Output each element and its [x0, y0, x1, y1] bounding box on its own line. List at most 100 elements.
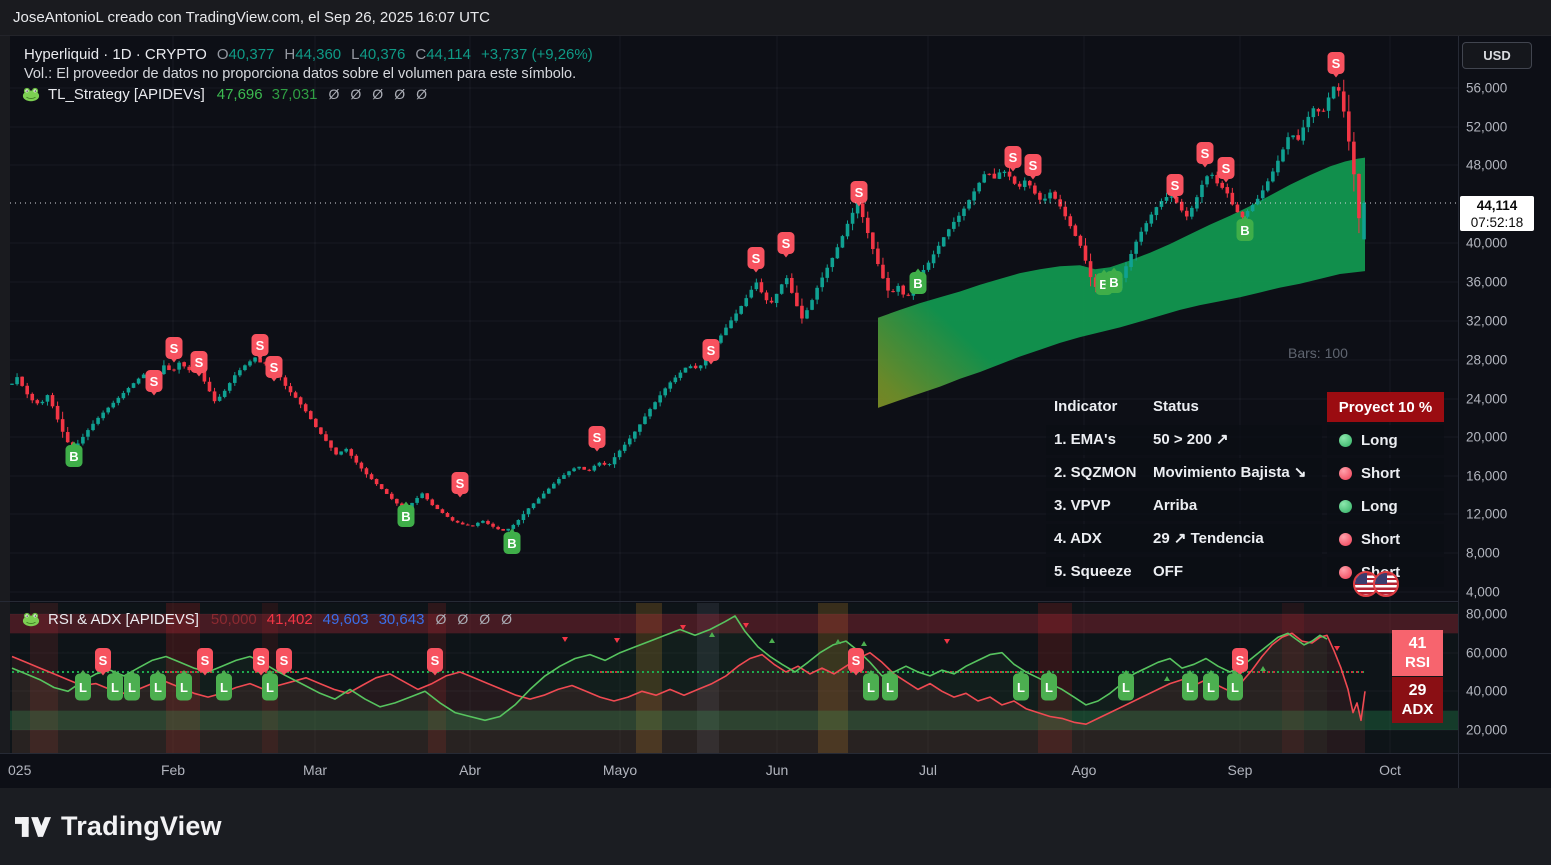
- svg-text:L: L: [886, 680, 894, 695]
- rsi-value: 41,402: [266, 611, 313, 628]
- indicator-status: 29 ↗ Tendencia: [1153, 530, 1264, 547]
- indicator-name: 4. ADX: [1054, 530, 1102, 547]
- low-label: L: [351, 46, 360, 63]
- price-tick-label: 32,000: [1466, 313, 1508, 329]
- price-tick-label: 28,000: [1466, 352, 1508, 368]
- signal-badge-l: L: [124, 670, 140, 701]
- signal-badge-l: L: [1182, 670, 1198, 701]
- svg-text:L: L: [266, 680, 274, 695]
- signal-badge-s: S: [95, 648, 111, 676]
- svg-text:S: S: [256, 338, 265, 353]
- indicator-signal: Long: [1327, 491, 1444, 521]
- signal-badge-l: L: [1041, 670, 1057, 701]
- bottom-toolbar: TradingView: [0, 788, 1551, 865]
- svg-text:L: L: [220, 680, 228, 695]
- svg-text:S: S: [195, 355, 204, 370]
- strategy-legend[interactable]: TL_Strategy [APIDEVs] 47,696 37,031 ØØØØ…: [22, 86, 427, 103]
- indicator-row: 3. VPVP Arriba Long: [1046, 491, 1444, 521]
- rsi-null-values: ØØØØ: [435, 611, 513, 627]
- signal-badge-l: L: [176, 670, 192, 701]
- svg-text:L: L: [79, 680, 87, 695]
- time-tick-label: Oct: [1379, 762, 1401, 778]
- price-tick-label: 16,000: [1466, 468, 1508, 484]
- indicator-row: 1. EMA's 50 > 200 ↗ Long: [1046, 425, 1444, 455]
- high-label: H: [284, 46, 296, 63]
- svg-text:L: L: [180, 680, 188, 695]
- tradingview-snapshot: JoseAntonioL creado con TradingView.com,…: [0, 0, 1551, 865]
- price-tick-label: 40,000: [1466, 235, 1508, 251]
- indicator-row: 2. SQZMON Movimiento Bajista ↘ Short: [1046, 458, 1444, 488]
- indicator-signal: Long: [1327, 425, 1444, 455]
- short-dot-icon: [1339, 532, 1352, 546]
- time-tick-label: 025: [8, 762, 32, 778]
- rsi-readout-badge: 41 RSI: [1392, 630, 1443, 676]
- indicator-name: 1. EMA's: [1054, 431, 1116, 448]
- svg-text:S: S: [752, 251, 761, 266]
- rsi-adx-legend[interactable]: RSI & ADX [APIDEVS] 50,000 41,402 49,603…: [22, 611, 512, 628]
- price-tick-label: 12,000: [1466, 506, 1508, 522]
- signal-badge-l: L: [107, 670, 123, 701]
- svg-text:S: S: [593, 430, 602, 445]
- tradingview-wordmark: TradingView: [61, 811, 222, 841]
- signal-badge-s: S: [276, 648, 292, 676]
- indicator-status: Arriba: [1153, 497, 1198, 514]
- svg-text:S: S: [1171, 178, 1180, 193]
- long-dot-icon: [1339, 499, 1352, 513]
- svg-text:L: L: [1231, 680, 1239, 695]
- svg-text:S: S: [1236, 653, 1245, 668]
- price-tick-label: 48,000: [1466, 157, 1508, 173]
- tradingview-logo[interactable]: TradingView: [15, 810, 222, 844]
- signal-badge-l: L: [1013, 670, 1029, 701]
- indicator-signal: Short: [1327, 524, 1444, 554]
- price-tick-label: 20,000: [1466, 722, 1508, 738]
- strategy-name: TL_Strategy [APIDEVs]: [48, 86, 205, 103]
- proyect-header: Proyect 10 %: [1327, 392, 1444, 422]
- di-plus-value: 49,603: [322, 611, 369, 628]
- svg-text:B: B: [1109, 275, 1118, 290]
- indicator-name: 3. VPVP: [1054, 497, 1111, 514]
- svg-text:S: S: [280, 653, 289, 668]
- high-value: 44,360: [295, 46, 342, 63]
- symbol-title: Hyperliquid · 1D · CRYPTO: [24, 46, 207, 63]
- signal-badge-l: L: [1203, 670, 1219, 701]
- svg-text:S: S: [1201, 146, 1210, 161]
- svg-text:S: S: [855, 185, 864, 200]
- col-indicator: Indicator: [1054, 398, 1118, 415]
- svg-text:B: B: [69, 449, 78, 464]
- price-tick-label: 4,000: [1466, 584, 1500, 600]
- table-header-row: Indicator Status Proyect 10 %: [1046, 392, 1444, 422]
- tradingview-mark-icon: [15, 816, 51, 837]
- svg-text:L: L: [1207, 680, 1215, 695]
- time-tick-label: Abr: [459, 762, 481, 778]
- time-axis[interactable]: 025 Feb Mar Abr Mayo Jun Jul Ago Sep Oct: [0, 753, 1551, 788]
- svg-text:S: S: [456, 476, 465, 491]
- open-value: 40,377: [228, 46, 275, 63]
- flag-icons: [1353, 569, 1413, 599]
- time-tick-label: Jul: [919, 762, 937, 778]
- svg-text:S: S: [257, 653, 266, 668]
- price-tick-label: 80,000: [1466, 606, 1508, 622]
- indicator-status: Movimiento Bajista ↘: [1153, 464, 1307, 481]
- signal-badge-l: L: [1227, 670, 1243, 701]
- signal-badge-l: L: [216, 670, 232, 701]
- currency-button[interactable]: USD: [1462, 42, 1532, 69]
- signal-badge-l: L: [75, 670, 91, 701]
- last-price-label: 44,114 07:52:18: [1460, 196, 1534, 231]
- us-flag-icon: [1373, 571, 1399, 597]
- time-tick-label: Feb: [160, 762, 186, 778]
- indicator-status-table: Indicator Status Proyect 10 % 1. EMA's 50…: [1046, 392, 1444, 590]
- rsi-center-value: 50,000: [210, 611, 257, 628]
- indicator-status: OFF: [1153, 563, 1183, 580]
- di-minus-value: 30,643: [378, 611, 425, 628]
- signal-badge-s: S: [197, 648, 213, 676]
- time-tick-label: Mar: [302, 762, 328, 778]
- svg-text:S: S: [270, 360, 279, 375]
- price-tick-label: 60,000: [1466, 645, 1508, 661]
- symbol-legend[interactable]: Hyperliquid · 1D · CRYPTO O 40,377 H 44,36…: [24, 46, 593, 63]
- indicator-row: 4. ADX 29 ↗ Tendencia Short: [1046, 524, 1444, 554]
- price-tick-label: 20,000: [1466, 429, 1508, 445]
- signal-badge-l: L: [150, 670, 166, 701]
- short-dot-icon: [1339, 466, 1352, 480]
- price-tick-label: 24,000: [1466, 391, 1508, 407]
- close-label: C: [415, 46, 427, 63]
